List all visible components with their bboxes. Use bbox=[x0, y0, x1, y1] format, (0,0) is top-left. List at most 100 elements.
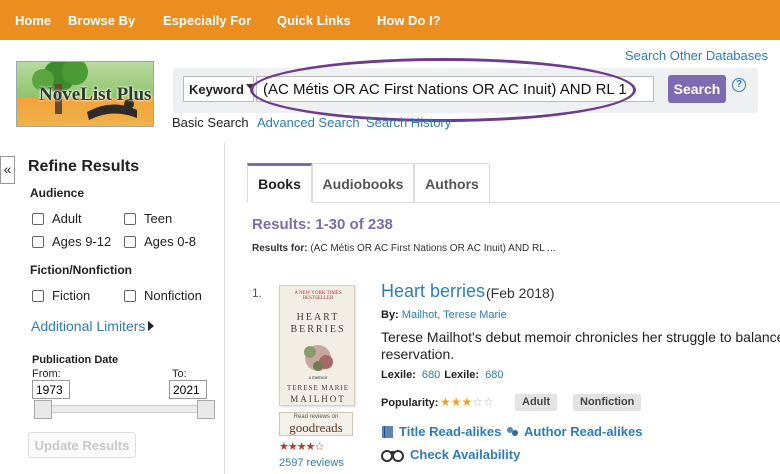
reviews-count-link[interactable]: 2597 reviews bbox=[279, 457, 344, 469]
book-date: (Feb 2018) bbox=[486, 285, 555, 301]
nav-especially-for[interactable]: Especially For bbox=[163, 13, 251, 28]
summary-line-2: reservation. bbox=[381, 346, 455, 362]
checkbox-label: Teen bbox=[144, 211, 173, 226]
audience-badge: Adult bbox=[515, 394, 558, 411]
author-readalikes-label: Author Read-alikes bbox=[524, 424, 643, 439]
audience-teen-checkbox[interactable]: Teen bbox=[124, 211, 172, 226]
from-label: From: bbox=[32, 368, 61, 380]
additional-limiters-link[interactable]: Additional Limiters bbox=[31, 318, 145, 334]
goodreads-reviews-button[interactable]: Read reviews on goodreads bbox=[279, 412, 353, 436]
publication-date-heading: Publication Date bbox=[32, 354, 119, 366]
checkbox-icon bbox=[32, 289, 44, 302]
tab-audiobooks[interactable]: Audiobooks bbox=[312, 163, 414, 203]
help-icon[interactable]: ? bbox=[732, 78, 746, 92]
checkbox-label: Nonfiction bbox=[144, 288, 202, 303]
author-link[interactable]: Mailhot, Terese Marie bbox=[402, 309, 507, 321]
author-readalikes-link[interactable]: Author Read-alikes bbox=[505, 424, 642, 439]
checkbox-label: Ages 0-8 bbox=[144, 234, 197, 249]
checkbox-icon bbox=[124, 289, 136, 302]
chevron-right-icon[interactable] bbox=[148, 321, 154, 331]
results-for-query: (AC Métis OR AC First Nations OR AC Inui… bbox=[310, 243, 556, 254]
check-availability-link[interactable]: Check Availability bbox=[381, 446, 520, 462]
results-for: Results for: (AC Métis OR AC First Natio… bbox=[252, 243, 556, 254]
author-line: By: Mailhot, Terese Marie bbox=[381, 309, 507, 321]
results-count: Results: 1-30 of 238 bbox=[252, 216, 393, 233]
tab-books[interactable]: Books bbox=[247, 163, 312, 203]
lexile-value-link-2[interactable]: 680 bbox=[485, 369, 503, 381]
popularity-label: Popularity: bbox=[381, 397, 439, 409]
star-filled-icon: ★ bbox=[450, 395, 462, 409]
nav-home[interactable]: Home bbox=[15, 13, 51, 28]
audience-ages-9-12-checkbox[interactable]: Ages 9-12 bbox=[32, 234, 111, 249]
search-field-select[interactable]: Keyword bbox=[183, 76, 254, 102]
checkbox-icon bbox=[124, 212, 136, 225]
by-label: By: bbox=[381, 309, 399, 321]
checkbox-label: Ages 9-12 bbox=[52, 234, 112, 249]
tab-authors[interactable]: Authors bbox=[414, 163, 490, 203]
goodreads-rating-stars-icon: ★★★★☆ bbox=[279, 441, 324, 453]
basic-search-label: Basic Search bbox=[172, 115, 249, 130]
summary-line-1: Terese Mailhot's debut memoir chronicles… bbox=[381, 329, 780, 345]
star-empty-icon: ☆ bbox=[472, 395, 484, 409]
binoculars-icon bbox=[381, 450, 404, 462]
flower-illustration-icon bbox=[304, 345, 333, 371]
checkbox-icon bbox=[32, 212, 44, 225]
lexile-value-link[interactable]: 680 bbox=[422, 369, 440, 381]
star-filled-icon: ★ bbox=[461, 395, 473, 409]
results-for-label: Results for: bbox=[252, 243, 308, 254]
star-empty-icon: ☆ bbox=[483, 395, 494, 409]
cover-author-line1: TERESE MARIE bbox=[287, 384, 349, 392]
audience-ages-0-8-checkbox[interactable]: Ages 0-8 bbox=[124, 234, 196, 249]
check-availability-label: Check Availability bbox=[410, 446, 521, 462]
checkbox-label: Fiction bbox=[52, 288, 91, 303]
lexile-row: Lexile: 680 Lexile: 680 bbox=[381, 369, 507, 381]
update-results-button[interactable]: Update Results bbox=[28, 432, 136, 458]
slider-handle-to[interactable] bbox=[197, 400, 215, 419]
checkbox-icon bbox=[32, 235, 44, 248]
nav-quick-links[interactable]: Quick Links bbox=[277, 13, 351, 28]
result-number: 1. bbox=[252, 286, 263, 300]
lexile-label: Lexile: bbox=[381, 369, 416, 381]
refine-results-title: Refine Results bbox=[28, 158, 140, 175]
star-filled-icon: ★ bbox=[440, 395, 451, 409]
pub-date-slider[interactable] bbox=[38, 405, 214, 413]
cover-title-line1: HEART bbox=[296, 312, 340, 323]
popularity-stars-icon: ★★★☆☆ bbox=[440, 395, 494, 409]
advanced-search-link[interactable]: Advanced Search bbox=[257, 115, 360, 130]
cover-tagline: A NEW YORK TIMES BESTSELLER bbox=[294, 291, 342, 301]
chevron-down-icon bbox=[246, 84, 254, 89]
collapse-panel-button[interactable]: « bbox=[0, 156, 15, 184]
cover-author-line2: MAILHOT bbox=[290, 394, 346, 404]
logo-text: NoveList Plus bbox=[39, 84, 152, 105]
audience-heading: Audience bbox=[30, 186, 85, 200]
checkbox-label: Adult bbox=[52, 211, 82, 226]
novelist-logo[interactable]: NoveList Plus bbox=[16, 61, 154, 127]
search-history-link[interactable]: Search History bbox=[366, 115, 451, 130]
fiction-checkbox[interactable]: Fiction bbox=[32, 288, 90, 303]
author-people-icon bbox=[507, 426, 518, 436]
goodreads-logo-text: goodreads bbox=[289, 420, 343, 435]
book-title-link[interactable]: Heart berries bbox=[381, 281, 485, 302]
search-other-databases-link[interactable]: Search Other Databases bbox=[625, 48, 768, 63]
nonfiction-checkbox[interactable]: Nonfiction bbox=[124, 288, 202, 303]
cover-subtitle: a memoir bbox=[308, 376, 328, 381]
genre-badge: Nonfiction bbox=[573, 394, 642, 411]
book-summary: Terese Mailhot's debut memoir chronicles… bbox=[381, 329, 780, 363]
cover-title-line2: BERRIES bbox=[290, 324, 346, 335]
book-cover[interactable]: A NEW YORK TIMES BESTSELLER HEART BERRIE… bbox=[279, 285, 355, 406]
fiction-nonfiction-heading: Fiction/Nonfiction bbox=[30, 263, 132, 277]
search-input[interactable] bbox=[256, 76, 654, 102]
pub-date-from-input[interactable] bbox=[32, 380, 70, 399]
title-readalikes-label: Title Read-alikes bbox=[399, 424, 502, 439]
book-icon bbox=[382, 425, 393, 438]
top-nav: Home Browse By Especially For Quick Link… bbox=[0, 0, 780, 40]
audience-adult-checkbox[interactable]: Adult bbox=[32, 211, 82, 226]
pub-date-to-input[interactable] bbox=[169, 380, 207, 399]
search-button[interactable]: Search bbox=[668, 75, 726, 103]
slider-handle-from[interactable] bbox=[34, 400, 52, 419]
to-label: To: bbox=[172, 368, 187, 380]
title-readalikes-link[interactable]: Title Read-alikes bbox=[381, 424, 501, 439]
checkbox-icon bbox=[124, 235, 136, 248]
nav-browse-by[interactable]: Browse By bbox=[68, 13, 135, 28]
nav-how-do-i[interactable]: How Do I? bbox=[377, 13, 441, 28]
